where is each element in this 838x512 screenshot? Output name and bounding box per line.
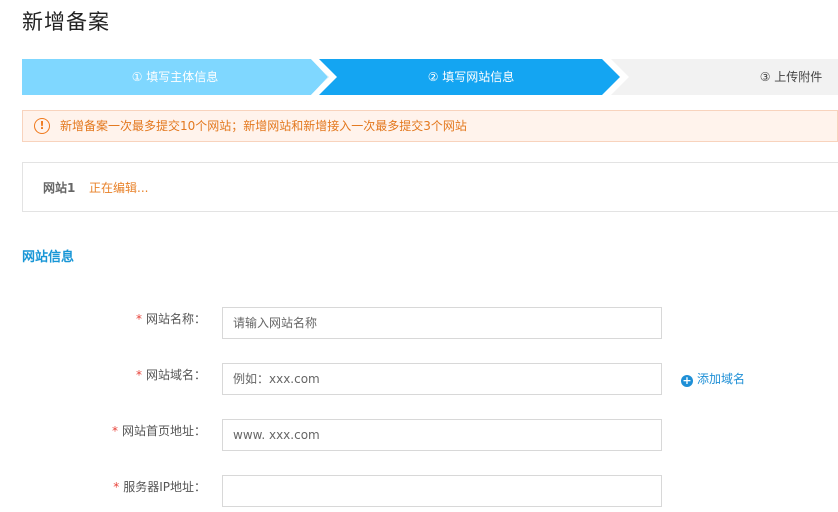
required-mark: * (111, 424, 118, 438)
label-text: 网站名称： (145, 312, 206, 326)
step-fill-subject-info[interactable]: ① 填写主体信息 (22, 59, 328, 95)
notice-alert: ! 新增备案一次最多提交10个网站；新增网站和新增接入一次最多提交3个网站 (22, 110, 838, 142)
step-label: ① 填写主体信息 (131, 70, 219, 84)
page-title: 新增备案 (22, 10, 110, 34)
progress-steps: ① 填写主体信息 ② 填写网站信息 ③ 上传附件 (22, 59, 838, 95)
add-domain-button[interactable]: + 添加域名 (681, 372, 746, 387)
label-text: 网站首页地址： (121, 424, 206, 438)
page: 新增备案 ① 填写主体信息 ② 填写网站信息 ③ 上传附件 ! 新增备案一次最多… (0, 0, 838, 512)
label-text: 服务器IP地址： (123, 480, 206, 494)
domain-input[interactable] (222, 363, 662, 395)
step-fill-site-info[interactable]: ② 填写网站信息 (312, 59, 620, 95)
homepage-input[interactable] (222, 419, 662, 451)
server-ip-input[interactable] (222, 475, 662, 507)
step-label: ③ 上传附件 (759, 70, 823, 84)
domain-label: * 网站域名： (136, 363, 206, 387)
required-mark: * (113, 480, 120, 494)
required-mark: * (135, 368, 142, 382)
site-name-input[interactable] (222, 307, 662, 339)
form-row-homepage: * 网站首页地址： (0, 419, 838, 451)
label-text: 网站域名： (145, 368, 206, 382)
section-title: 网站信息 (22, 250, 75, 265)
site-tab-box: 网站1 正在编辑... (22, 162, 838, 212)
form-row-domain: *网站域名： + 添加域名 (0, 363, 838, 395)
site-edit-status: 正在编辑... (89, 181, 149, 195)
site-name-label: * 网站名称： (136, 307, 206, 331)
required-mark: * (135, 312, 142, 326)
step-label: ② 填写网站信息 (427, 70, 515, 84)
server-ip-label: * 服务器IP地址： (113, 475, 206, 499)
step-upload-attachments[interactable]: ③ 上传附件 (604, 59, 838, 95)
form-row-site-name: * 网站名称： (0, 307, 838, 339)
plus-circle-icon: + (681, 374, 693, 387)
add-domain-label: 添加域名 (697, 372, 746, 386)
homepage-label: * 网站首页地址： (112, 419, 206, 443)
exclamation-circle-icon: ! (34, 118, 50, 134)
alert-text: 新增备案一次最多提交10个网站；新增网站和新增接入一次最多提交3个网站 (60, 119, 467, 133)
site-tab-name[interactable]: 网站1 (43, 163, 75, 213)
form-row-server-ip: * 服务器IP地址： (0, 475, 838, 507)
